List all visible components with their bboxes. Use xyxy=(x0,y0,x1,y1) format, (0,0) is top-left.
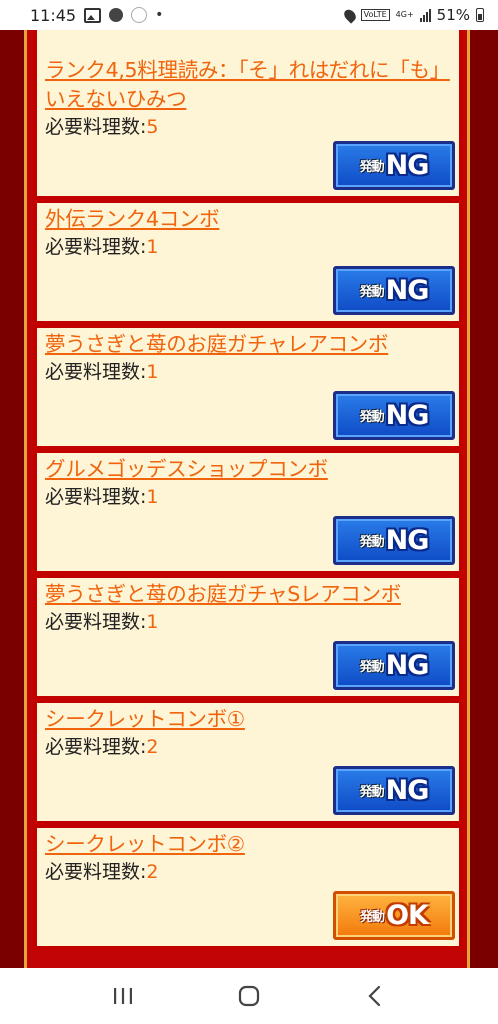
battery-percent: 51% xyxy=(436,6,470,24)
clock: 11:45 xyxy=(30,5,77,25)
list-item: グルメゴッデスショップコンボ 必要料理数:1 発動 NG xyxy=(33,449,463,575)
required-count: 必要料理数:1 xyxy=(45,486,159,508)
required-count: 必要料理数:2 xyxy=(45,861,159,883)
required-count: 必要料理数:1 xyxy=(45,236,159,258)
list-item: 外伝ランク4コンボ 必要料理数:1 発動 NG xyxy=(33,199,463,325)
activate-ok-button[interactable]: 発動 OK xyxy=(333,891,455,940)
recent-apps-button[interactable] xyxy=(103,976,143,1016)
back-icon xyxy=(368,985,381,1007)
sports-icon xyxy=(109,8,124,22)
activate-ng-button[interactable]: 発動 NG xyxy=(333,266,455,315)
volte-icon: VoLTE xyxy=(360,9,390,21)
required-count: 必要料理数:5 xyxy=(45,116,159,138)
home-icon xyxy=(238,985,260,1007)
required-count: 必要料理数:2 xyxy=(45,736,159,758)
required-count: 必要料理数:1 xyxy=(45,361,159,383)
combo-title-link[interactable]: シークレットコンボ① xyxy=(37,703,459,734)
list-item: 夢うさぎと苺のお庭ガチャSレアコンボ 必要料理数:1 発動 NG xyxy=(33,574,463,700)
recent-apps-icon xyxy=(114,988,132,1004)
list-item: シークレットコンボ② 必要料理数:2 発動 OK xyxy=(33,824,463,950)
activate-ng-button[interactable]: 発動 NG xyxy=(333,766,455,815)
home-button[interactable] xyxy=(229,976,269,1016)
notification-dot-icon: • xyxy=(155,7,164,23)
combo-title-link[interactable]: ランク4,5料理読み：「そ」れはだれに「も」いえないひみつ xyxy=(37,30,459,114)
signal-icon xyxy=(419,8,431,22)
list-item: ランク4,5料理読み：「そ」れはだれに「も」いえないひみつ 必要料理数:5 発動… xyxy=(33,30,463,200)
combo-title-link[interactable]: 夢うさぎと苺のお庭ガチャSレアコンボ xyxy=(37,578,459,609)
combo-title-link[interactable]: シークレットコンボ② xyxy=(37,828,459,859)
gallery-icon xyxy=(84,7,102,23)
back-button[interactable] xyxy=(355,976,395,1016)
battery-icon xyxy=(476,8,484,22)
combo-title-link[interactable]: 外伝ランク4コンボ xyxy=(37,203,459,234)
required-count: 必要料理数:1 xyxy=(45,611,159,633)
activate-ng-button[interactable]: 発動 NG xyxy=(333,516,455,565)
status-bar: 11:45 • VoLTE 4G+ 51% xyxy=(0,0,498,30)
activate-ng-button[interactable]: 発動 NG xyxy=(333,141,455,190)
navigation-bar xyxy=(0,968,498,1024)
combo-title-link[interactable]: 夢うさぎと苺のお庭ガチャレアコンボ xyxy=(37,328,459,359)
dnd-icon xyxy=(131,7,148,23)
combo-list: ランク4,5料理読み：「そ」れはだれに「も」いえないひみつ 必要料理数:5 発動… xyxy=(33,30,463,950)
list-item: シークレットコンボ① 必要料理数:2 発動 NG xyxy=(33,699,463,825)
activate-ng-button[interactable]: 発動 NG xyxy=(333,391,455,440)
content-area[interactable]: ランク4,5料理読み：「そ」れはだれに「も」いえないひみつ 必要料理数:5 発動… xyxy=(0,30,498,968)
location-icon xyxy=(341,6,358,24)
list-item: 夢うさぎと苺のお庭ガチャレアコンボ 必要料理数:1 発動 NG xyxy=(33,324,463,450)
network-type: 4G+ xyxy=(395,10,414,19)
activate-ng-button[interactable]: 発動 NG xyxy=(333,641,455,690)
combo-title-link[interactable]: グルメゴッデスショップコンボ xyxy=(37,453,459,484)
